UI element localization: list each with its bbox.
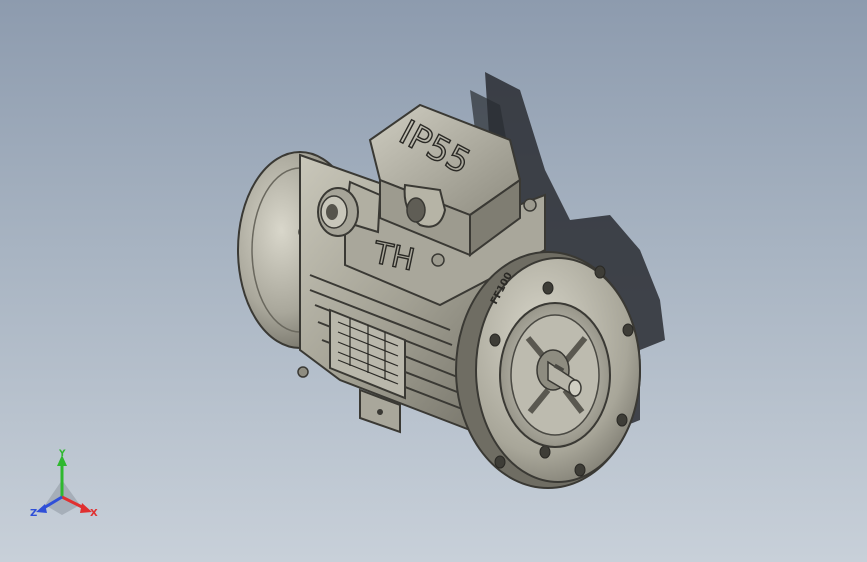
axis-triad: Y X Z [30,449,98,519]
lifting-eye [403,183,447,228]
x-axis-label: X [90,508,98,519]
drain-plug [297,366,309,378]
3d-viewport[interactable]: IP55 TH FF100 [0,0,867,562]
motor-model[interactable]: IP55 TH FF100 [237,103,641,489]
z-axis-label: Z [30,508,37,519]
y-axis-label: Y [58,449,66,459]
